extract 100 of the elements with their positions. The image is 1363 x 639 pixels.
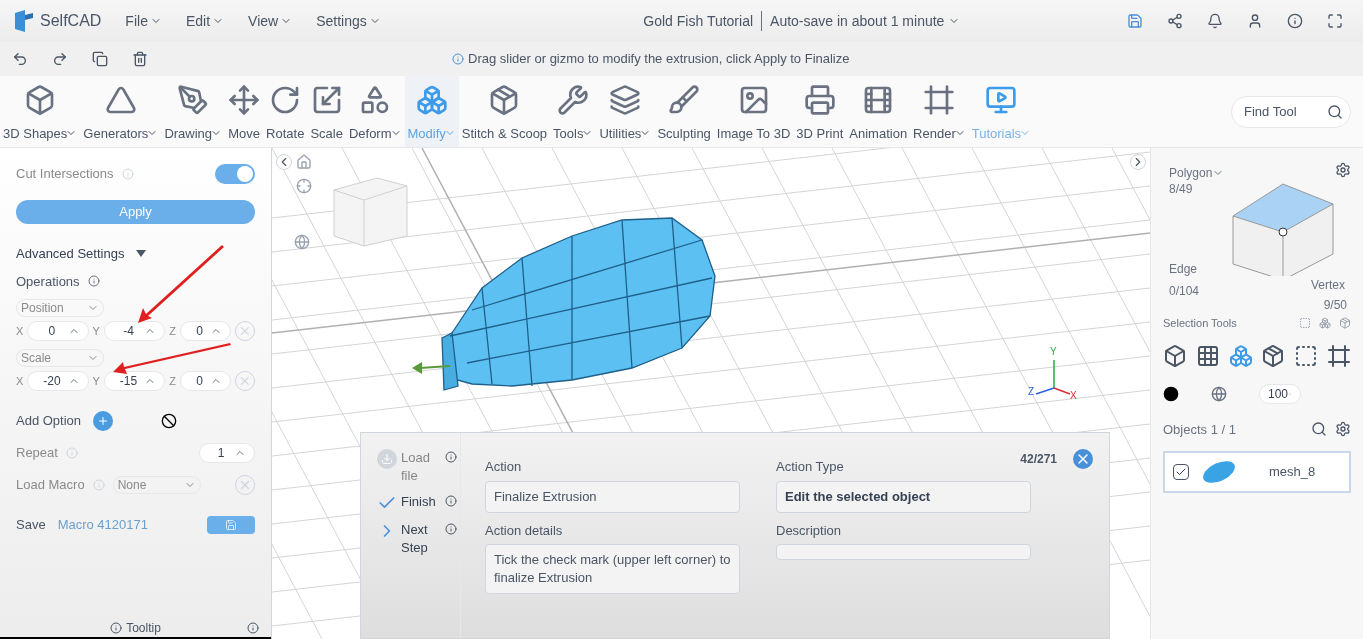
color-swatch-icon[interactable] bbox=[1163, 385, 1179, 402]
copy-icon[interactable] bbox=[92, 51, 108, 67]
step-button[interactable]: Finish bbox=[377, 493, 460, 513]
object-row[interactable]: mesh_8 bbox=[1163, 451, 1351, 493]
share-icon[interactable] bbox=[1167, 13, 1183, 29]
check-icon bbox=[1175, 466, 1187, 478]
field-value: 0 bbox=[47, 323, 57, 340]
axis-label: Y bbox=[1050, 345, 1057, 359]
brush-icon bbox=[668, 83, 701, 116]
frame-icon bbox=[923, 83, 956, 116]
printer-icon bbox=[803, 83, 836, 116]
axis-label: Z bbox=[169, 323, 176, 339]
bell-icon[interactable] bbox=[1207, 13, 1223, 29]
info-icon bbox=[445, 523, 457, 535]
delete-icon[interactable] bbox=[132, 51, 148, 67]
save-icon bbox=[225, 518, 237, 531]
document-title: Gold Fish Tutorial bbox=[643, 11, 754, 31]
tooltip-label: Tooltip bbox=[126, 620, 161, 637]
plus-icon bbox=[97, 415, 110, 427]
toolbar-tool[interactable]: Animation bbox=[846, 76, 911, 147]
toolbar-tool[interactable]: Sculpting bbox=[654, 76, 714, 147]
text-field[interactable] bbox=[776, 544, 1031, 560]
step-button[interactable]: Next Step bbox=[377, 521, 460, 557]
toolbar-tool[interactable]: Stitch & Scoop bbox=[458, 76, 551, 147]
text-field[interactable]: Finalize Extrusion bbox=[485, 480, 740, 513]
axis-label: Z bbox=[1028, 385, 1035, 399]
sphere-icon[interactable] bbox=[1211, 385, 1227, 402]
field-label: Action details bbox=[485, 521, 564, 540]
toolbar-tool[interactable]: Tools bbox=[550, 76, 597, 147]
axis-label: Y bbox=[92, 323, 100, 339]
info-icon[interactable] bbox=[1287, 13, 1303, 29]
autosave-dropdown[interactable]: Auto-save in about 1 minute bbox=[770, 10, 961, 32]
gizmo-arrow-drawing bbox=[412, 362, 451, 374]
menu-item[interactable]: Settings bbox=[316, 10, 381, 32]
text-field[interactable]: Edit the selected object bbox=[776, 480, 1031, 513]
not-allowed-cursor-icon bbox=[161, 413, 178, 429]
boxes-icon[interactable] bbox=[1228, 343, 1253, 368]
undo-icon[interactable] bbox=[12, 51, 28, 67]
move-icon bbox=[228, 83, 261, 116]
cube-icon[interactable] bbox=[1163, 343, 1187, 368]
layers-icon bbox=[609, 83, 642, 116]
menu-item[interactable]: File bbox=[125, 10, 162, 32]
menu-item[interactable]: Edit bbox=[185, 10, 225, 32]
number-field[interactable]: -15 bbox=[103, 371, 166, 391]
toolbar-tool[interactable]: Image To 3D bbox=[713, 76, 794, 147]
redo-icon[interactable] bbox=[52, 51, 68, 67]
user-icon[interactable] bbox=[1247, 13, 1263, 29]
package-icon[interactable] bbox=[1261, 343, 1286, 368]
setting-label: Cut Intersections bbox=[16, 165, 114, 184]
field-value: -4 bbox=[122, 323, 135, 340]
toolbar-tool[interactable]: Render bbox=[910, 76, 969, 147]
info-icon bbox=[87, 275, 100, 288]
number-field[interactable]: -4 bbox=[103, 321, 166, 341]
menu-item[interactable]: View bbox=[248, 10, 293, 32]
toolbar-tool[interactable]: Drawing bbox=[161, 76, 226, 147]
search-icon[interactable] bbox=[1311, 421, 1327, 438]
polygon-dropdown[interactable]: Polygon bbox=[1169, 164, 1225, 182]
mesh-thumbnail-icon bbox=[1201, 460, 1237, 484]
close-icon[interactable] bbox=[1073, 449, 1093, 469]
field-value: 1 bbox=[216, 445, 226, 462]
number-field[interactable]: 0 bbox=[27, 321, 89, 341]
info-icon bbox=[452, 53, 464, 65]
number-field[interactable]: -20 bbox=[27, 371, 89, 391]
save-icon[interactable] bbox=[1127, 13, 1143, 29]
text-field[interactable]: Tick the check mark (upper left corner) to finalize Extrusion bbox=[485, 544, 740, 594]
advanced-settings-toggle[interactable]: Advanced Settings bbox=[16, 244, 147, 264]
find-tool-field[interactable]: Find Tool bbox=[1231, 95, 1351, 128]
search-icon[interactable] bbox=[1327, 103, 1343, 120]
section-label: Selection Tools bbox=[1163, 316, 1237, 331]
number-field[interactable]: 0 bbox=[179, 371, 232, 391]
objects-label: Objects 1 / 1 bbox=[1163, 420, 1236, 439]
settings-icon[interactable] bbox=[1335, 162, 1351, 178]
collapse-right-icon[interactable] bbox=[1130, 154, 1146, 170]
toolbar-tool[interactable]: Utilities bbox=[596, 76, 655, 147]
toolbar-tool[interactable]: Deform bbox=[345, 76, 405, 147]
field-value: 100 bbox=[1268, 385, 1289, 403]
field-value: 0 bbox=[195, 323, 204, 340]
axis-label: X bbox=[16, 373, 24, 389]
add-button[interactable] bbox=[93, 411, 114, 431]
toolbar-tool[interactable]: 3D Shapes bbox=[0, 76, 81, 147]
orbit-icon[interactable] bbox=[294, 234, 310, 250]
number-field[interactable]: 100 bbox=[1259, 383, 1301, 404]
toolbar-tool[interactable]: Scale bbox=[307, 76, 346, 147]
toolbar-tool[interactable]: 3D Print bbox=[793, 76, 847, 147]
number-field[interactable]: 0 bbox=[179, 321, 232, 341]
boxes-icon bbox=[415, 83, 448, 116]
toolbar-tool[interactable]: Rotate bbox=[263, 76, 308, 147]
square-icon[interactable] bbox=[1294, 343, 1319, 368]
info-icon[interactable] bbox=[247, 622, 259, 634]
toolbar-tool[interactable]: Generators bbox=[80, 76, 162, 147]
fullscreen-icon[interactable] bbox=[1327, 13, 1343, 29]
focus-icon[interactable] bbox=[296, 178, 312, 194]
toolbar-tool[interactable]: Move bbox=[225, 76, 264, 147]
checkbox[interactable] bbox=[1173, 464, 1189, 480]
frame-icon[interactable] bbox=[1327, 343, 1351, 368]
vertex-label: Vertex bbox=[1310, 277, 1345, 294]
grid-icon[interactable] bbox=[1195, 343, 1220, 368]
collapse-left-icon[interactable] bbox=[276, 154, 292, 170]
settings-icon[interactable] bbox=[1335, 421, 1351, 438]
axis-gizmo-drawing bbox=[1035, 359, 1071, 395]
